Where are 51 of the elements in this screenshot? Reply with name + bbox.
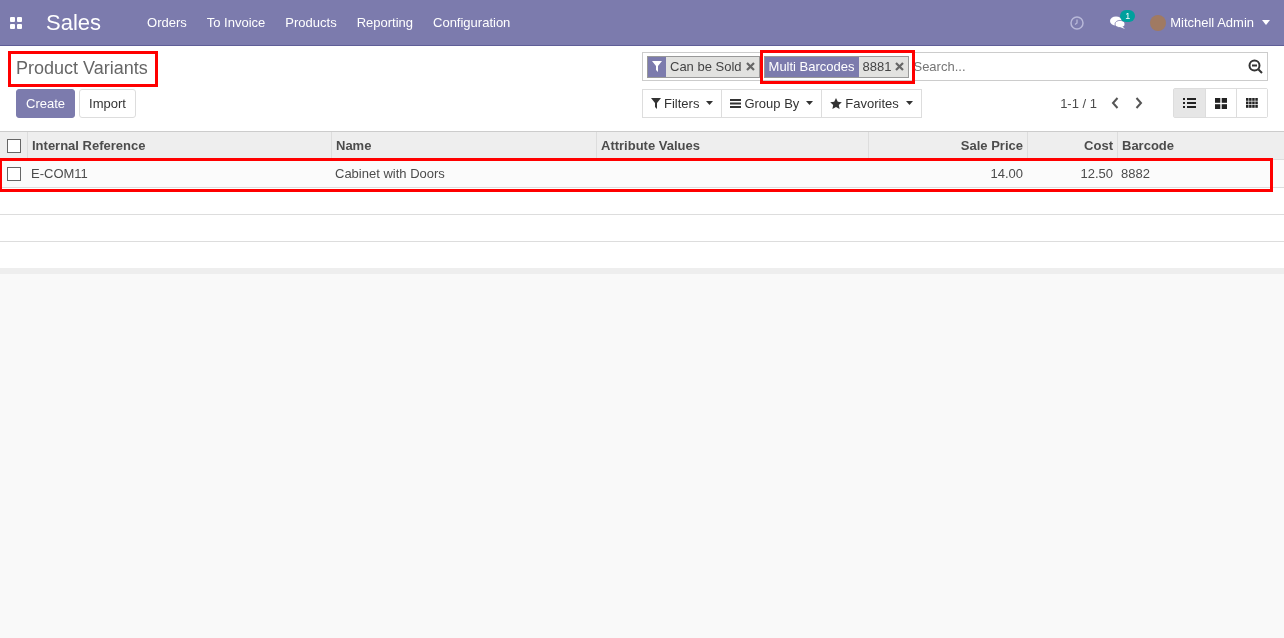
column-header[interactable]: Internal Reference (27, 132, 331, 159)
filter-icon (651, 97, 661, 109)
search-icon[interactable] (1248, 59, 1263, 74)
facet-value: Can be Sold (669, 59, 743, 74)
app-title: Sales (46, 9, 102, 36)
caret-icon (905, 101, 913, 105)
facet-label: Multi Barcodes (764, 56, 859, 77)
page-title: Product Variants (16, 57, 148, 80)
caret-icon (806, 101, 814, 105)
search-option-dropdown[interactable]: Favorites (821, 88, 922, 118)
pager-value[interactable]: 1-1 / 1 (1060, 95, 1097, 111)
remove-icon[interactable] (745, 62, 755, 71)
table-cell: Cabinet with Doors (335, 166, 445, 181)
menu-item[interactable]: Orders (147, 15, 187, 30)
grid-icon (1246, 98, 1258, 108)
table-row[interactable]: E-COM11 Cabinet with Doors 14.00 12.50 8882 (0, 159, 1284, 187)
apps-menu-icon[interactable] (10, 16, 22, 29)
search-field[interactable]: Can be Sold Multi Barcodes 8881 Search... (642, 52, 1268, 81)
star-icon (830, 97, 843, 109)
import-button[interactable]: Import (79, 89, 136, 118)
menu-item[interactable]: Reporting (356, 15, 413, 30)
previous-icon[interactable] (1111, 97, 1119, 109)
filter-icon (652, 61, 662, 72)
select-all-checkbox[interactable] (6, 138, 21, 153)
grid-view-button[interactable] (1236, 89, 1267, 117)
menu-item[interactable]: Configuration (433, 15, 511, 30)
list-icon (730, 98, 742, 108)
caret-icon (706, 101, 714, 105)
list-view-button[interactable] (1174, 89, 1205, 117)
table-cell: 12.50 (1080, 166, 1113, 181)
next-icon[interactable] (1135, 97, 1143, 109)
message-count-badge: 1 (1120, 10, 1136, 22)
user-menu[interactable]: Mitchell Admin (1170, 15, 1254, 30)
caret-icon[interactable] (1262, 20, 1270, 25)
menu-item[interactable]: To Invoice (206, 15, 266, 30)
table-cell: 8882 (1121, 166, 1150, 181)
row-checkbox[interactable] (6, 166, 21, 181)
table-cell: E-COM11 (31, 166, 88, 181)
tiles-icon (1215, 97, 1227, 109)
column-header[interactable]: Attribute Values (596, 132, 868, 159)
create-button[interactable]: Create (16, 89, 76, 118)
search-option-dropdown[interactable]: Group By (721, 88, 823, 118)
menu-item[interactable]: Products (285, 15, 337, 30)
column-header[interactable]: Sale Price (868, 132, 1027, 159)
remove-icon[interactable] (895, 62, 905, 71)
table-cell: 14.00 (990, 166, 1023, 181)
list-icon (1183, 98, 1196, 108)
column-header[interactable]: Cost (1027, 132, 1117, 159)
search-option-dropdown[interactable]: Filters (642, 88, 723, 118)
facet-value: 8881 (861, 59, 893, 74)
column-header[interactable]: Name (331, 132, 596, 159)
